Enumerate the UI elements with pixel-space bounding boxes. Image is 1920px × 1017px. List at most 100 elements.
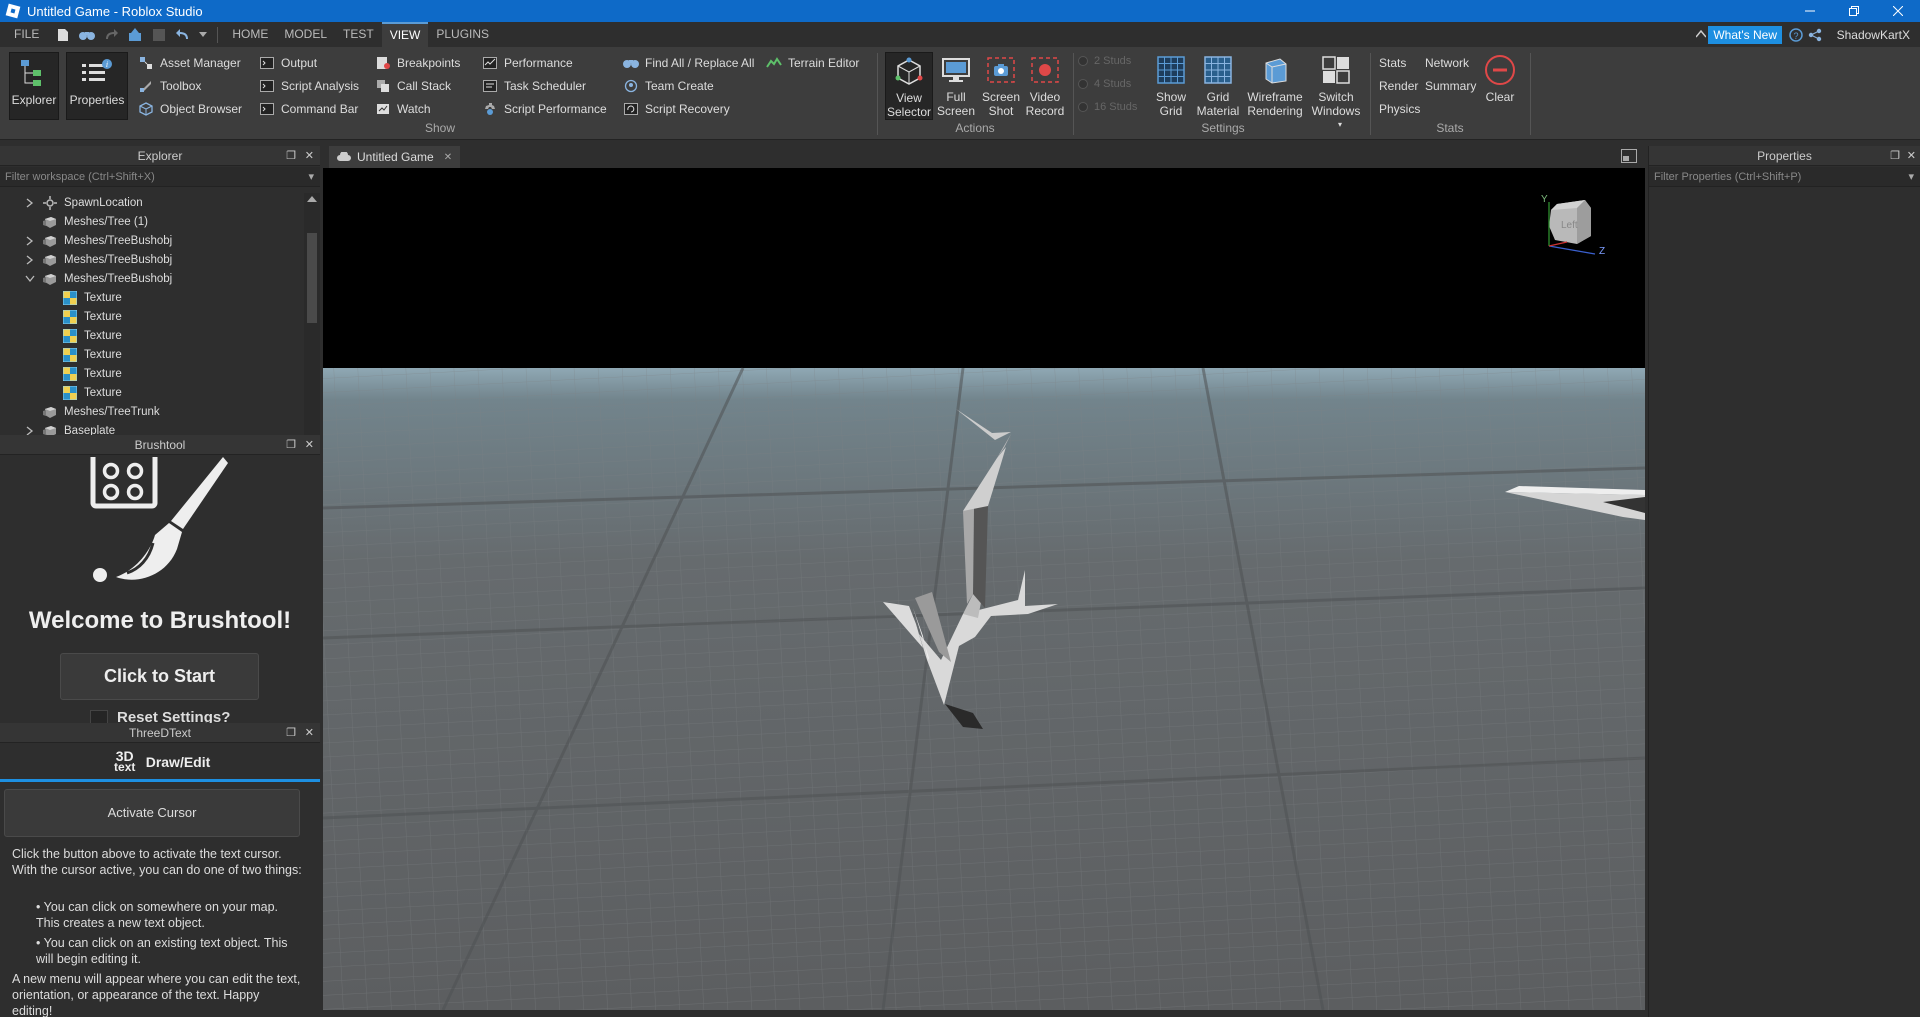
- asset-manager-button[interactable]: Asset Manager: [138, 52, 241, 74]
- threedtext-bullet-2: • You can click on an existing text obje…: [36, 936, 288, 966]
- output-button[interactable]: Output: [259, 52, 317, 74]
- chevron-right-icon[interactable]: [24, 197, 36, 209]
- binoculars-icon[interactable]: [78, 26, 96, 44]
- call-stack-button[interactable]: Call Stack: [375, 75, 451, 97]
- explorer-button[interactable]: Explorer: [9, 52, 59, 120]
- undock-icon[interactable]: ❐: [286, 146, 296, 166]
- undock-icon[interactable]: ❐: [1890, 146, 1900, 166]
- tree-item[interactable]: Texture: [44, 345, 122, 364]
- script-analysis-button[interactable]: Script Analysis: [259, 75, 359, 97]
- undo-icon[interactable]: [174, 26, 192, 44]
- tree-item[interactable]: SpawnLocation: [24, 193, 143, 212]
- tree-item[interactable]: Meshes/Tree (1): [24, 212, 148, 231]
- tree-item[interactable]: Meshes/TreeTrunk: [24, 402, 160, 421]
- scrollbar-thumb[interactable]: [307, 233, 317, 323]
- chevron-down-icon: ▾: [1908, 171, 1914, 183]
- new-file-icon[interactable]: [54, 26, 72, 44]
- find-all-button[interactable]: Find All / Replace All: [623, 52, 754, 74]
- tree-item[interactable]: Meshes/TreeBushobj: [24, 269, 172, 288]
- screen-shot-button[interactable]: Screen Shot: [980, 52, 1022, 120]
- view-cube[interactable]: Left Y Z: [1537, 194, 1607, 257]
- close-window-button[interactable]: [1876, 0, 1920, 22]
- tree-item[interactable]: Meshes/TreeBushobj: [24, 231, 172, 250]
- split-view-icon[interactable]: [1621, 149, 1637, 163]
- stop-icon[interactable]: [150, 26, 168, 44]
- toolbox-button[interactable]: Toolbox: [138, 75, 201, 97]
- tab-home[interactable]: HOME: [224, 22, 276, 47]
- full-screen-button[interactable]: Full Screen: [936, 52, 976, 120]
- tab-plugins[interactable]: PLUGINS: [428, 22, 497, 47]
- wireframe-rendering-button[interactable]: Wireframe Rendering: [1244, 52, 1306, 120]
- chevron-down-icon[interactable]: [24, 273, 36, 285]
- tree-item[interactable]: Texture: [44, 383, 122, 402]
- tree-item[interactable]: Texture: [44, 288, 122, 307]
- close-icon[interactable]: ✕: [305, 723, 314, 743]
- stats-button[interactable]: Stats: [1379, 52, 1406, 74]
- user-name[interactable]: ShadowKartX: [1837, 28, 1910, 42]
- tree-item[interactable]: Texture: [44, 326, 122, 345]
- performance-button[interactable]: Performance: [482, 52, 573, 74]
- threedtext-panel: 3D text Draw/Edit Activate Cursor Click …: [0, 744, 320, 1017]
- redo-icon[interactable]: [102, 26, 120, 44]
- tree-item[interactable]: Meshes/TreeBushobj: [24, 250, 172, 269]
- team-create-button[interactable]: Team Create: [623, 75, 714, 97]
- task-scheduler-button[interactable]: Task Scheduler: [482, 75, 586, 97]
- script-recovery-button[interactable]: Script Recovery: [623, 98, 730, 120]
- tab-view[interactable]: VIEW: [381, 22, 429, 47]
- restore-button[interactable]: [1832, 0, 1876, 22]
- watch-button[interactable]: Watch: [375, 98, 431, 120]
- properties-button[interactable]: i Properties: [66, 52, 128, 120]
- clear-stats-button[interactable]: Clear: [1480, 52, 1520, 120]
- whats-new-button[interactable]: What's New: [1708, 26, 1782, 44]
- explorer-scrollbar[interactable]: [304, 193, 320, 436]
- tree-item[interactable]: Texture: [44, 364, 122, 383]
- close-icon[interactable]: ✕: [305, 146, 314, 166]
- close-icon[interactable]: ✕: [305, 435, 314, 455]
- chevron-right-icon[interactable]: [24, 235, 36, 247]
- undock-icon[interactable]: ❐: [286, 435, 296, 455]
- render-button[interactable]: Render: [1379, 75, 1418, 97]
- physics-button[interactable]: Physics: [1379, 98, 1420, 120]
- share-icon[interactable]: [1808, 28, 1822, 42]
- stud-16-option[interactable]: 16 Studs: [1078, 101, 1137, 113]
- 3d-viewport[interactable]: Left Y Z: [323, 168, 1645, 1010]
- stud-2-option[interactable]: 2 Studs: [1078, 55, 1131, 67]
- object-browser-button[interactable]: Object Browser: [138, 98, 242, 120]
- undock-icon[interactable]: ❐: [286, 723, 296, 743]
- show-grid-button[interactable]: Show Grid: [1151, 52, 1191, 120]
- close-icon[interactable]: ✕: [1907, 146, 1916, 166]
- tree-item[interactable]: Baseplate: [24, 421, 115, 436]
- publish-icon[interactable]: [126, 26, 144, 44]
- scroll-up-icon[interactable]: [307, 196, 317, 202]
- close-tab-icon[interactable]: ✕: [444, 152, 452, 163]
- properties-filter-input[interactable]: Filter Properties (Ctrl+Shift+P) ▾: [1649, 167, 1920, 187]
- collapse-ribbon-icon[interactable]: [1696, 30, 1706, 38]
- command-bar-button[interactable]: Command Bar: [259, 98, 358, 120]
- reset-settings-checkbox[interactable]: [90, 710, 108, 724]
- chevron-down-icon[interactable]: [198, 26, 208, 44]
- tab-model[interactable]: MODEL: [276, 22, 335, 47]
- brushtool-start-button[interactable]: Click to Start: [60, 653, 259, 700]
- video-record-button[interactable]: Video Record: [1024, 52, 1066, 120]
- tab-file[interactable]: FILE: [6, 22, 47, 47]
- grid-material-button[interactable]: Grid Material: [1196, 52, 1240, 120]
- tab-test[interactable]: TEST: [335, 22, 382, 47]
- close-icon: [1893, 6, 1903, 16]
- breakpoints-button[interactable]: Breakpoints: [375, 52, 460, 74]
- script-performance-button[interactable]: Script Performance: [482, 98, 607, 120]
- explorer-filter-input[interactable]: Filter workspace (Ctrl+Shift+X) ▾: [0, 167, 320, 187]
- minimize-button[interactable]: [1788, 0, 1832, 22]
- help-icon[interactable]: ?: [1789, 28, 1803, 42]
- chevron-right-icon[interactable]: [24, 254, 36, 266]
- network-button[interactable]: Network: [1425, 52, 1469, 74]
- draw-edit-tab[interactable]: 3D text Draw/Edit: [0, 744, 320, 782]
- view-selector-button[interactable]: View Selector: [885, 52, 933, 120]
- tree-item[interactable]: Texture: [44, 307, 122, 326]
- tab-untitled-game[interactable]: Untitled Game ✕: [329, 146, 461, 168]
- stud-4-option[interactable]: 4 Studs: [1078, 78, 1131, 90]
- terrain-editor-button[interactable]: Terrain Editor: [766, 52, 859, 74]
- tree-item-label: Meshes/Tree (1): [64, 215, 148, 228]
- summary-button[interactable]: Summary: [1425, 75, 1476, 97]
- activate-cursor-button[interactable]: Activate Cursor: [4, 789, 300, 837]
- switch-windows-button[interactable]: Switch Windows ▾: [1308, 52, 1364, 129]
